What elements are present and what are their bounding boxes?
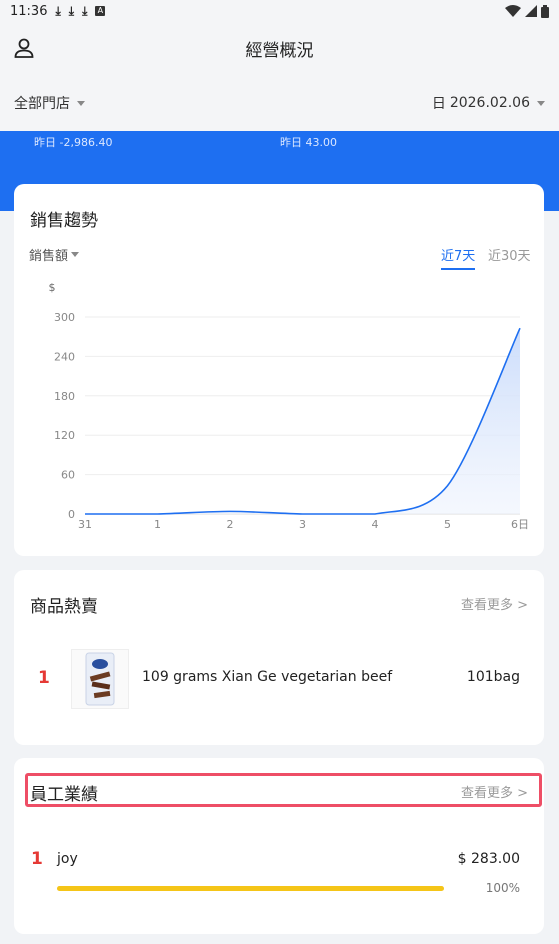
app-header: 經營概況 [0,22,559,74]
progress-bar [57,886,444,891]
staff-performance-more-link[interactable]: 查看更多 > [461,782,528,801]
staff-performance-title: 員工業績 [30,785,98,805]
progress-fill [57,886,444,891]
staff-performance-card: 員工業績 查看更多 > 1 joy $ 283.00 100% [14,758,544,934]
y-tick-label: 120 [54,429,75,442]
x-tick-label: 1 [154,518,161,531]
filter-bar: 全部門店 日 2026.02.06 [0,74,559,132]
x-tick-label: 6日 [511,518,529,531]
chevron-down-icon [537,100,545,106]
battery-icon [541,4,549,18]
product-thumbnail [71,649,129,709]
y-tick-label: 240 [54,350,75,363]
signal-icon [525,5,537,17]
download-icon: ⤓ [68,3,75,18]
page-title: 經營概況 [245,41,314,61]
status-time: 11:36 [10,3,48,19]
x-tick-label: 5 [444,518,451,531]
store-selector-label: 全部門店 [14,96,70,112]
y-tick-label: 0 [68,508,75,521]
hot-products-card: 商品熱賣 查看更多 > 1 109 grams Xian Ge vegetari… [14,570,544,745]
hot-products-title: 商品熱賣 [30,597,98,617]
summary-left-yesterday: 昨日 -2,986.40 [34,136,113,149]
list-item[interactable]: 1 joy $ 283.00 100% [14,846,544,906]
x-tick-label: 4 [372,518,379,531]
date-selector[interactable]: 日 2026.02.06 [432,93,545,113]
a-notification-icon: A [95,6,106,16]
list-item[interactable]: 1 109 grams Xian Ge vegetarian beef 101b… [14,648,544,710]
store-selector[interactable]: 全部門店 [14,93,85,113]
product-quantity: 101bag [466,669,520,685]
chevron-down-icon [77,100,85,106]
wifi-icon [505,4,521,17]
product-name: 109 grams Xian Ge vegetarian beef [142,669,393,685]
rank-number: 1 [38,668,50,688]
staff-amount: $ 283.00 [457,851,520,867]
staff-name: joy [57,851,78,867]
y-tick-label: 300 [54,311,75,324]
y-tick-label: 60 [61,469,75,482]
date-value: 2026.02.06 [449,95,530,111]
x-tick-label: 3 [299,518,306,531]
x-tick-label: 31 [78,518,92,531]
staff-percent: 100% [485,881,520,895]
x-tick-label: 2 [227,518,234,531]
download-icon: ⤓ [55,3,61,18]
status-bar: 11:36 ⤓ ⤓ ⤓ A [0,0,559,22]
summary-right-yesterday: 昨日 43.00 [280,136,337,149]
sales-trend-card: 銷售趨勢 銷售額 近7天 近30天 0 60 120 180 240 300 $ 31 1 2… [14,184,544,556]
y-axis-label: $ [49,281,56,294]
y-tick-label: 180 [54,390,75,403]
download-icon: ⤓ [82,3,88,18]
date-prefix: 日 [431,96,446,112]
hot-products-more-link[interactable]: 查看更多 > [461,594,528,613]
sales-trend-chart: 0 60 120 180 240 300 $ 31 1 2 3 4 5 6日 [49,281,530,531]
rank-number: 1 [31,849,43,869]
